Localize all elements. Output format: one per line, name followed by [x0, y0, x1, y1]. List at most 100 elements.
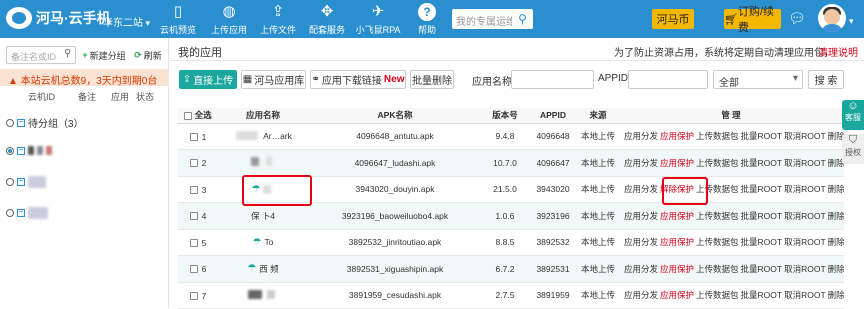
delete-link[interactable]: 删除: [828, 290, 844, 300]
checkbox[interactable]: [189, 238, 198, 247]
nav-upload-file[interactable]: ⇪ 上传文件: [252, 3, 304, 36]
select-all[interactable]: 全选: [178, 108, 218, 124]
search-icon[interactable]: ⚲: [64, 48, 71, 59]
device-row[interactable]: −: [6, 146, 52, 155]
checkbox[interactable]: [189, 185, 198, 194]
collapse-icon[interactable]: −: [17, 209, 25, 217]
auth-button[interactable]: ⛉ 授权: [842, 134, 864, 164]
collapse-icon[interactable]: −: [17, 118, 25, 127]
cancel-root-link[interactable]: 取消ROOT: [784, 211, 826, 221]
refresh-button[interactable]: ⟳ 刷新: [133, 46, 163, 64]
region-selector[interactable]: 华东二站: [103, 14, 150, 29]
collapse-icon[interactable]: −: [17, 146, 25, 155]
source-select[interactable]: 全部: [713, 70, 803, 89]
delete-link[interactable]: 删除: [828, 184, 844, 194]
table-row[interactable]: 6 ☂ 西 频 3892531_xiguashipin.apk 6.7.2 3892531…: [178, 255, 844, 283]
table-row[interactable]: 5 ☂ To 3892532_jinritoutiao.apk 8.8.5 3892532…: [178, 229, 844, 256]
delete-link[interactable]: 删除: [828, 211, 844, 221]
download-link-button[interactable]: ⚭ 应用下载链接 New: [310, 70, 406, 89]
chevron-down-icon[interactable]: ▾: [849, 16, 854, 27]
search-icon[interactable]: ⚲: [512, 9, 533, 29]
checkbox[interactable]: [189, 212, 198, 221]
distribute-link[interactable]: 应用分发: [624, 184, 658, 194]
batch-root-link[interactable]: 批量ROOT: [741, 211, 783, 221]
row-select[interactable]: 7: [178, 282, 218, 309]
checkbox[interactable]: [189, 159, 198, 168]
row-select[interactable]: 2: [178, 149, 218, 177]
new-group-button[interactable]: + 新建分组: [82, 46, 126, 64]
nav-cloud-preview[interactable]: ▯ 云机预览: [152, 3, 204, 36]
batch-root-link[interactable]: 批量ROOT: [741, 237, 783, 247]
appid-input[interactable]: [628, 70, 708, 89]
row-select[interactable]: 6: [178, 255, 218, 283]
batch-root-link[interactable]: 批量ROOT: [741, 184, 783, 194]
cancel-root-link[interactable]: 取消ROOT: [784, 184, 826, 194]
app-name-input[interactable]: [511, 70, 594, 89]
checkbox[interactable]: [184, 112, 193, 120]
collapse-icon[interactable]: −: [17, 178, 25, 186]
upload-data-link[interactable]: 上传数据包: [696, 237, 739, 247]
protect-link[interactable]: 应用保护: [660, 158, 694, 168]
delete-link[interactable]: 删除: [828, 264, 844, 274]
upload-data-link[interactable]: 上传数据包: [696, 131, 739, 141]
checkbox[interactable]: [189, 132, 198, 141]
distribute-link[interactable]: 应用分发: [624, 211, 658, 221]
customer-service-button[interactable]: ☺ 客服: [842, 100, 864, 130]
batch-root-link[interactable]: 批量ROOT: [741, 264, 783, 274]
protect-link[interactable]: 应用保护: [660, 237, 694, 247]
cancel-root-link[interactable]: 取消ROOT: [784, 158, 826, 168]
batch-root-link[interactable]: 批量ROOT: [741, 290, 783, 300]
delete-link[interactable]: 删除: [828, 237, 844, 247]
batch-root-link[interactable]: 批量ROOT: [741, 131, 783, 141]
protect-link[interactable]: 应用保护: [660, 211, 694, 221]
cancel-root-link[interactable]: 取消ROOT: [784, 237, 826, 247]
protect-link[interactable]: 应用保护: [660, 264, 694, 274]
table-row[interactable]: 7 3891959_cesudashi.apk 2.7.5 3891959 本地上传 应用…: [178, 282, 844, 309]
row-select[interactable]: 4: [178, 202, 218, 230]
device-row[interactable]: −: [6, 207, 48, 219]
distribute-link[interactable]: 应用分发: [624, 264, 658, 274]
distribute-link[interactable]: 应用分发: [624, 237, 658, 247]
radio[interactable]: [6, 209, 14, 217]
device-row[interactable]: −: [6, 176, 46, 188]
app-store-button[interactable]: ▦ 河马应用库: [241, 70, 306, 89]
checkbox[interactable]: [189, 291, 198, 300]
upload-data-link[interactable]: 上传数据包: [696, 211, 739, 221]
distribute-link[interactable]: 应用分发: [624, 290, 658, 300]
cancel-root-link[interactable]: 取消ROOT: [784, 290, 826, 300]
radio[interactable]: [6, 146, 14, 155]
logo[interactable]: 河马·云手机: [6, 7, 111, 29]
nav-help[interactable]: ? 帮助: [401, 3, 453, 36]
table-row[interactable]: 2 4096647_ludashi.apk 10.7.0 4096647 本地上传 应用分…: [178, 149, 844, 177]
row-select[interactable]: 3: [178, 176, 218, 203]
cancel-root-link[interactable]: 取消ROOT: [784, 264, 826, 274]
batch-root-link[interactable]: 批量ROOT: [741, 158, 783, 168]
batch-delete-button[interactable]: 批量删除: [410, 70, 454, 89]
nav-upload-app[interactable]: ◍ 上传应用: [203, 3, 255, 36]
group-ungrouped[interactable]: − 待分组（3）: [6, 115, 84, 130]
protect-link[interactable]: 应用保护: [660, 131, 694, 141]
direct-upload-button[interactable]: ⇪ 直接上传: [179, 70, 237, 89]
table-row[interactable]: 4保 卜4 3923196_baoweiluobo4.apk 1.0.6 392319…: [178, 202, 844, 230]
avatar[interactable]: [818, 4, 846, 32]
table-row[interactable]: 1 Ar…ark 4096648_antutu.apk 9.4.8 4096648 本地上…: [178, 123, 844, 150]
checkbox[interactable]: [189, 265, 198, 274]
chat-icon[interactable]: 💬︎: [788, 10, 806, 26]
radio[interactable]: [6, 118, 14, 127]
coin-button[interactable]: 河马币: [652, 9, 694, 29]
cleanup-info-link[interactable]: 清理说明: [818, 44, 858, 59]
protect-link[interactable]: 应用保护: [660, 290, 694, 300]
radio[interactable]: [6, 178, 14, 186]
upload-data-link[interactable]: 上传数据包: [696, 158, 739, 168]
distribute-link[interactable]: 应用分发: [624, 131, 658, 141]
nav-rpa[interactable]: ✈ 小飞鼠RPA: [352, 3, 404, 36]
search-button[interactable]: 搜 索: [808, 70, 844, 89]
nav-services[interactable]: ✥ 配套服务: [301, 3, 353, 36]
cancel-root-link[interactable]: 取消ROOT: [784, 131, 826, 141]
upload-data-link[interactable]: 上传数据包: [696, 290, 739, 300]
row-select[interactable]: 5: [178, 229, 218, 256]
upload-data-link[interactable]: 上传数据包: [696, 264, 739, 274]
row-select[interactable]: 1: [178, 123, 218, 150]
buy-renew-button[interactable]: 🛒︎ 订购/续费: [724, 6, 781, 34]
distribute-link[interactable]: 应用分发: [624, 158, 658, 168]
